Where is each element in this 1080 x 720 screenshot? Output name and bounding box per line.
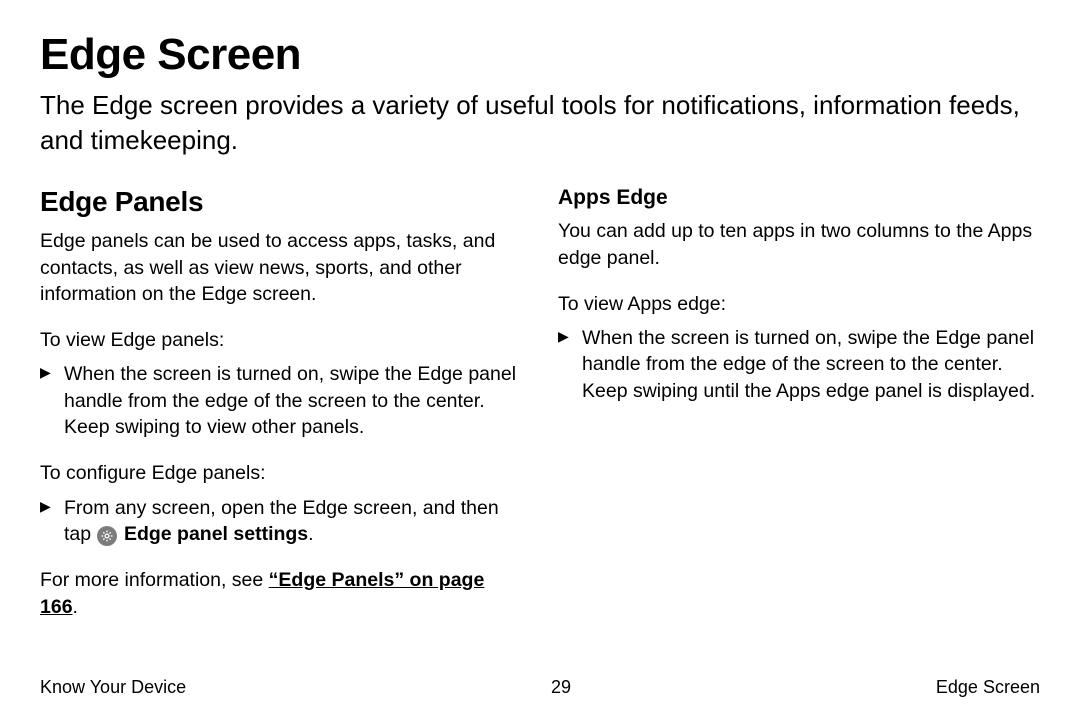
page-footer: Know Your Device 29 Edge Screen bbox=[40, 677, 1040, 698]
view-apps-edge-step: When the screen is turned on, swipe the … bbox=[582, 325, 1040, 404]
edge-panels-body: Edge panels can be used to access apps, … bbox=[40, 228, 522, 307]
configure-edge-panels-step: From any screen, open the Edge screen, a… bbox=[64, 495, 522, 548]
more-info-pre: For more information, see bbox=[40, 569, 269, 591]
footer-right: Edge Screen bbox=[936, 677, 1040, 698]
apps-edge-body: You can add up to ten apps in two column… bbox=[558, 218, 1040, 271]
more-info: For more information, see “Edge Panels” … bbox=[40, 567, 522, 620]
content-columns: Edge Panels Edge panels can be used to a… bbox=[40, 186, 1040, 640]
view-apps-edge-steps: When the screen is turned on, swipe the … bbox=[558, 325, 1040, 404]
configure-edge-panels-steps: From any screen, open the Edge screen, a… bbox=[40, 495, 522, 548]
footer-left: Know Your Device bbox=[40, 677, 186, 698]
view-apps-edge-lead: To view Apps edge: bbox=[558, 291, 1040, 317]
left-column: Edge Panels Edge panels can be used to a… bbox=[40, 186, 522, 640]
configure-step-post: . bbox=[308, 523, 313, 545]
configure-edge-panels-lead: To configure Edge panels: bbox=[40, 460, 522, 486]
manual-page: Edge Screen The Edge screen provides a v… bbox=[0, 0, 1080, 720]
page-intro: The Edge screen provides a variety of us… bbox=[40, 88, 1040, 158]
edge-panel-settings-label: Edge panel settings bbox=[124, 523, 308, 545]
page-title: Edge Screen bbox=[40, 30, 1040, 80]
gear-icon bbox=[97, 526, 117, 546]
apps-edge-heading: Apps Edge bbox=[558, 186, 1040, 210]
right-column: Apps Edge You can add up to ten apps in … bbox=[558, 186, 1040, 640]
view-edge-panels-lead: To view Edge panels: bbox=[40, 327, 522, 353]
edge-panels-heading: Edge Panels bbox=[40, 186, 522, 218]
more-info-post: . bbox=[73, 596, 78, 618]
view-edge-panels-step: When the screen is turned on, swipe the … bbox=[64, 361, 522, 440]
footer-page-number: 29 bbox=[551, 677, 571, 698]
view-edge-panels-steps: When the screen is turned on, swipe the … bbox=[40, 361, 522, 440]
